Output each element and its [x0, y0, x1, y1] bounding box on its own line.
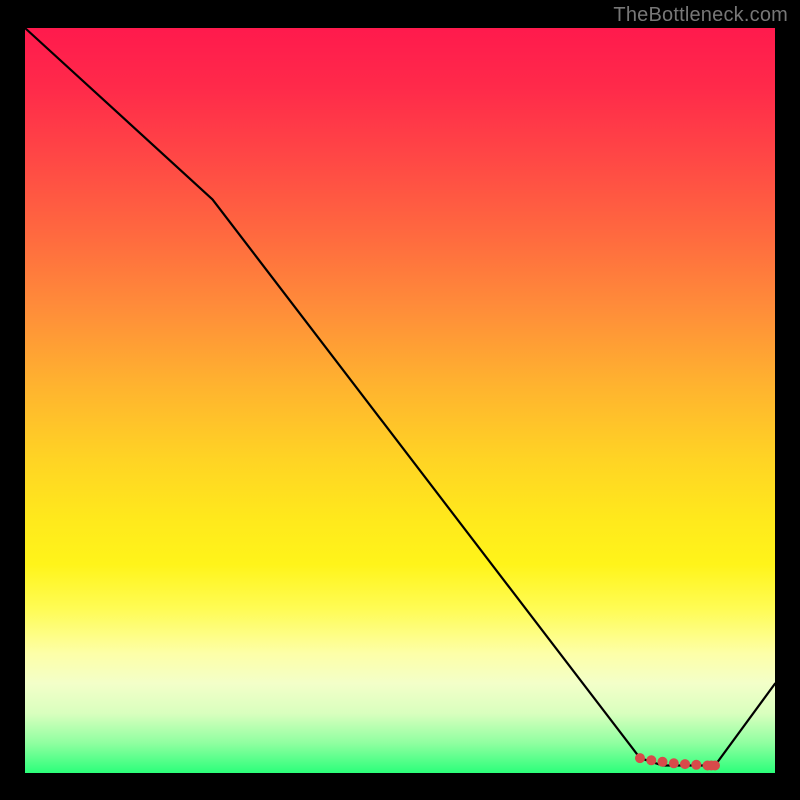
data-marker — [646, 755, 656, 765]
data-marker — [680, 759, 690, 769]
data-marker — [669, 758, 679, 768]
data-marker — [710, 761, 720, 771]
data-curve — [25, 28, 775, 766]
chart-frame: TheBottleneck.com — [0, 0, 800, 800]
data-marker — [658, 757, 668, 767]
data-marker — [635, 753, 645, 763]
marker-group — [635, 753, 720, 770]
chart-overlay — [25, 28, 775, 773]
watermark-text: TheBottleneck.com — [613, 4, 788, 27]
data-marker — [691, 760, 701, 770]
